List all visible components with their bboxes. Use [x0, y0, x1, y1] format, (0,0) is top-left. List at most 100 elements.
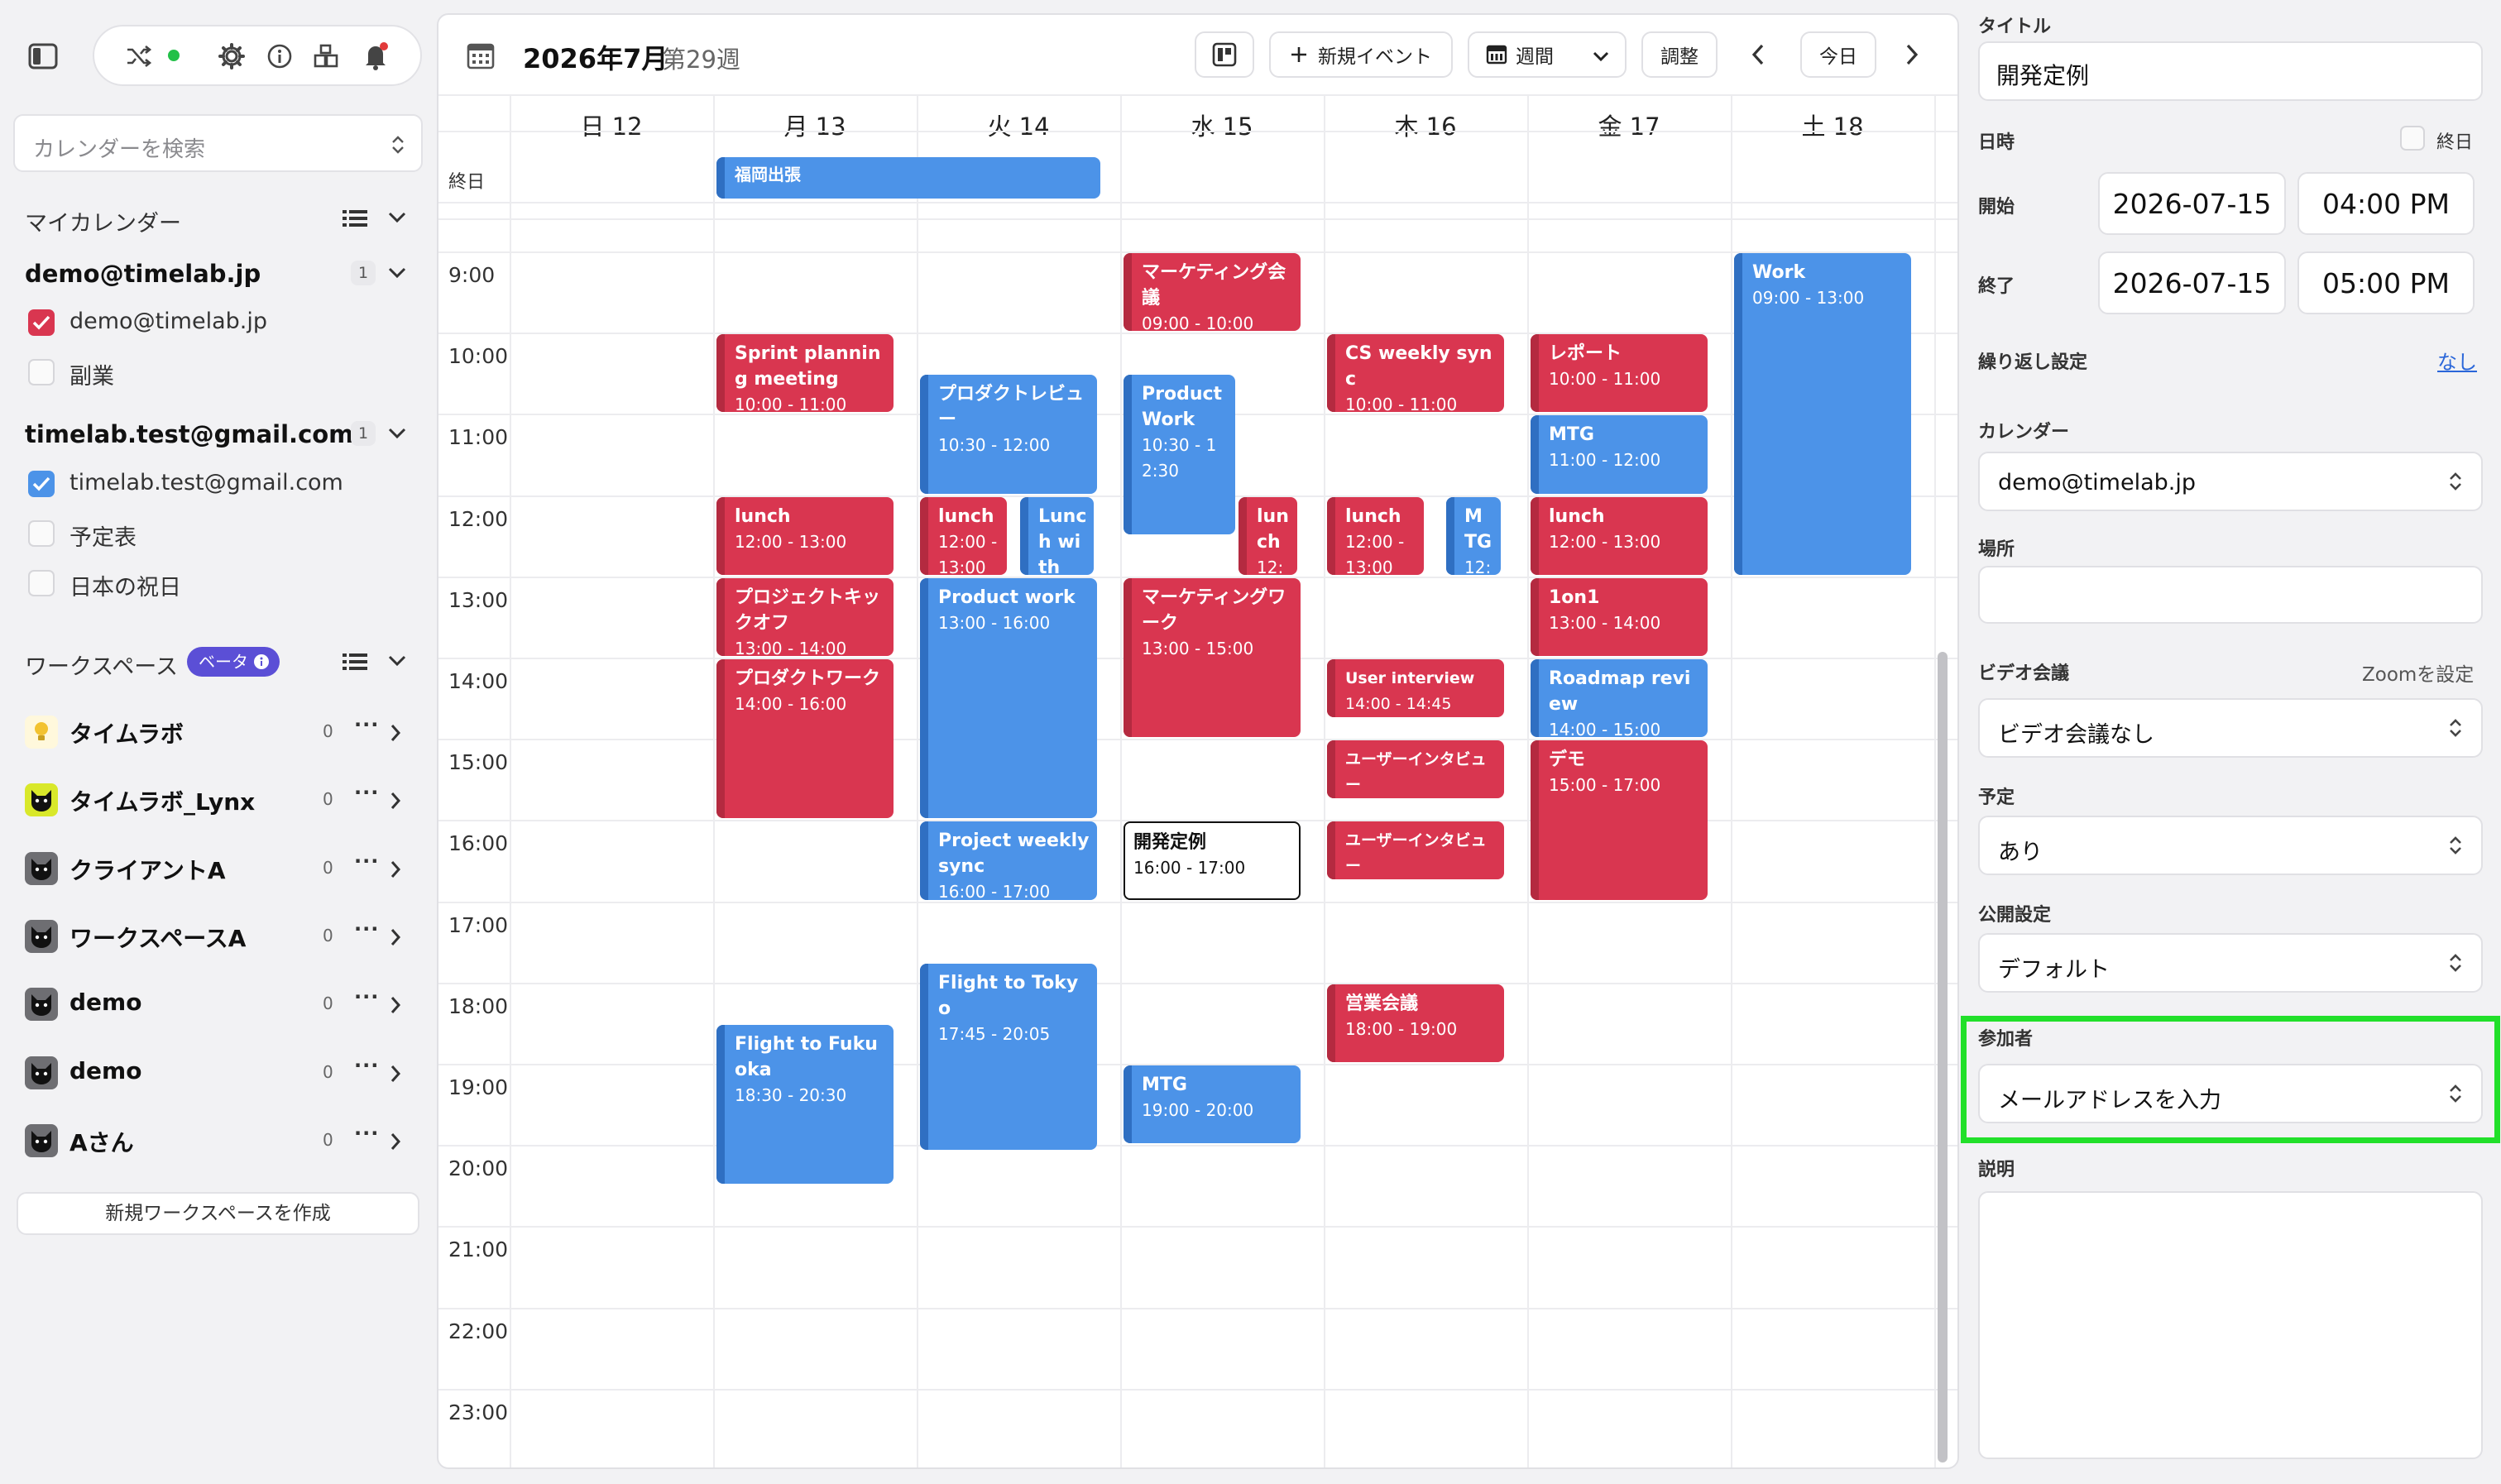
video-select[interactable]: ビデオ会議なし	[1978, 698, 2483, 758]
workspace-item[interactable]: demo 0 ···	[0, 980, 434, 1030]
today-button[interactable]: 今日	[1800, 31, 1876, 78]
calendar-event[interactable]: 1on1 13:00 - 14:00	[1531, 577, 1708, 656]
day-header[interactable]: 金 17	[1527, 108, 1731, 142]
calendar-event[interactable]: MTG 12:00	[1446, 496, 1501, 575]
chevron-down-icon[interactable]	[387, 266, 407, 280]
allday-event[interactable]: 福岡出張	[716, 157, 1100, 199]
workspace-item[interactable]: demo 0 ···	[0, 1049, 434, 1099]
calendar-checkbox[interactable]	[28, 570, 55, 596]
calendar-event[interactable]: lunch 12:00 - 13:00	[1239, 496, 1297, 575]
new-event-button[interactable]: 新規イベント	[1269, 31, 1453, 78]
calendar-event[interactable]: 開発定例 16:00 - 17:00	[1124, 821, 1301, 900]
calendar-event[interactable]: 営業会議 18:00 - 19:00	[1327, 984, 1504, 1062]
workspace-item[interactable]: タイムラボ_Lynx 0 ···	[0, 776, 434, 826]
shuffle-button[interactable]	[124, 41, 154, 71]
calendar-event[interactable]: Product work 13:00 - 16:00	[920, 577, 1097, 819]
chevron-right-icon[interactable]	[389, 791, 402, 811]
calendar-event[interactable]: Lunch with12:00 - 13:00	[1020, 496, 1094, 575]
day-header[interactable]: 月 13	[713, 108, 917, 142]
settings-button[interactable]	[217, 41, 247, 71]
board-view-button[interactable]	[1195, 31, 1254, 78]
calendar-scrollbar[interactable]	[1938, 652, 1948, 1462]
more-icon[interactable]: ···	[354, 1054, 379, 1077]
calendar-event[interactable]: MTG 11:00 - 12:00	[1531, 415, 1708, 494]
chevron-down-icon[interactable]	[387, 427, 407, 440]
title-input[interactable]: 開発定例	[1978, 41, 2483, 101]
calendar-checkbox[interactable]	[28, 471, 55, 497]
calendar-event[interactable]: ユーザーインタビュー15:00 - 15:45	[1327, 740, 1504, 798]
calendar-event[interactable]: ユーザーインタビュー16:00 - 16:45	[1327, 821, 1504, 880]
calendar-event[interactable]: Project weekly sync 16:00 - 17:00	[920, 821, 1097, 900]
calendar-event[interactable]: レポート 10:00 - 11:00	[1531, 334, 1708, 413]
busy-select[interactable]: あり	[1978, 816, 2483, 875]
end-date-input[interactable]: 2026-07-15	[2098, 251, 2286, 314]
description-textarea[interactable]	[1978, 1191, 2483, 1459]
repeat-link[interactable]: なし	[2437, 346, 2477, 375]
end-time-input[interactable]: 05:00 PM	[2297, 251, 2475, 314]
calendar-event[interactable]: lunch 12:00 - 13:00	[920, 496, 1007, 575]
chevron-down-icon[interactable]	[387, 211, 407, 224]
calendar-checkbox[interactable]	[28, 359, 55, 385]
calendar-event[interactable]: マーケティングワーク 13:00 - 15:00	[1124, 577, 1301, 738]
calendar-event[interactable]: プロダクトワーク 14:00 - 16:00	[716, 659, 894, 819]
calendar-event[interactable]: Work 09:00 - 13:00	[1734, 253, 1911, 575]
more-icon[interactable]: ···	[354, 985, 379, 1008]
workspace-item[interactable]: Aさん 0 ···	[0, 1117, 434, 1166]
prev-week-button[interactable]	[1751, 43, 1766, 66]
chevron-right-icon[interactable]	[389, 995, 402, 1015]
more-icon[interactable]: ···	[354, 850, 379, 873]
day-header[interactable]: 土 18	[1731, 108, 1934, 142]
calendar-event[interactable]: User interview 14:00 - 14:45	[1327, 659, 1504, 717]
day-header[interactable]: 水 15	[1120, 108, 1324, 142]
calendar-event[interactable]: デモ 15:00 - 17:00	[1531, 740, 1708, 900]
calendar-select[interactable]: demo@timelab.jp	[1978, 452, 2483, 511]
integrations-button[interactable]	[311, 41, 341, 71]
chevron-down-icon[interactable]	[387, 654, 407, 668]
calendar-event[interactable]: Flight to Fukuoka 18:30 - 20:30	[716, 1024, 894, 1185]
calendar-checkbox[interactable]	[28, 309, 55, 336]
list-icon[interactable]	[343, 208, 369, 228]
start-time-input[interactable]: 04:00 PM	[2297, 172, 2475, 235]
allday-checkbox[interactable]	[2400, 126, 2425, 151]
workspace-item[interactable]: ワークスペースA 0 ···	[0, 912, 434, 962]
day-header[interactable]: 火 14	[917, 108, 1120, 142]
notifications-button[interactable]	[359, 40, 392, 73]
workspace-item[interactable]: タイムラボ 0 ···	[0, 708, 434, 758]
calendar-event[interactable]: MTG 19:00 - 20:00	[1124, 1065, 1301, 1144]
calendar-event[interactable]: lunch 12:00 - 13:00	[1531, 496, 1708, 575]
chevron-right-icon[interactable]	[389, 927, 402, 947]
chevron-right-icon[interactable]	[389, 1132, 402, 1151]
chevron-right-icon[interactable]	[389, 1064, 402, 1084]
more-icon[interactable]: ···	[354, 1122, 379, 1145]
day-header[interactable]: 日 12	[510, 108, 713, 142]
calendar-event[interactable]: CS weekly sync 10:00 - 11:00	[1327, 334, 1504, 413]
calendar-event[interactable]: Sprint planning meeting 10:00 - 11:00	[716, 334, 894, 413]
calendar-event[interactable]: Flight to Tokyo 17:45 - 20:05	[920, 964, 1097, 1151]
info-button[interactable]	[265, 41, 295, 71]
next-week-button[interactable]	[1904, 43, 1919, 66]
calendar-event[interactable]: Roadmap review 14:00 - 15:00	[1531, 659, 1708, 738]
workspace-item[interactable]: クライアントA 0 ···	[0, 845, 434, 894]
zoom-setup-link[interactable]: Zoomを設定	[2362, 658, 2474, 687]
location-input[interactable]	[1978, 566, 2483, 624]
list-icon[interactable]	[343, 652, 369, 672]
chevron-right-icon[interactable]	[389, 859, 402, 879]
chevron-right-icon[interactable]	[389, 723, 402, 743]
more-icon[interactable]: ···	[354, 713, 379, 736]
more-icon[interactable]: ···	[354, 781, 379, 804]
calendar-event[interactable]: プロダクトレビュー 10:30 - 12:00	[920, 375, 1097, 494]
calendar-event[interactable]: lunch 12:00 - 13:00	[716, 496, 894, 575]
new-workspace-button[interactable]: 新規ワークスペースを作成	[17, 1192, 419, 1235]
calendar-search-input[interactable]: カレンダーを検索	[13, 114, 423, 172]
sidebar-toggle-button[interactable]	[26, 40, 60, 73]
calendar-event[interactable]: Product Work 10:30 - 12:30	[1124, 375, 1235, 534]
more-icon[interactable]: ···	[354, 917, 379, 941]
start-date-input[interactable]: 2026-07-15	[2098, 172, 2286, 235]
calendar-event[interactable]: lunch 12:00 - 13:00	[1327, 496, 1424, 575]
day-header[interactable]: 木 16	[1324, 108, 1527, 142]
visibility-select[interactable]: デフォルト	[1978, 933, 2483, 993]
calendar-checkbox[interactable]	[28, 520, 55, 547]
calendar-event[interactable]: プロジェクトキックオフ 13:00 - 14:00	[716, 577, 894, 656]
attendees-input[interactable]: メールアドレスを入力	[1978, 1064, 2483, 1123]
adjust-button[interactable]: 調整	[1641, 31, 1718, 78]
